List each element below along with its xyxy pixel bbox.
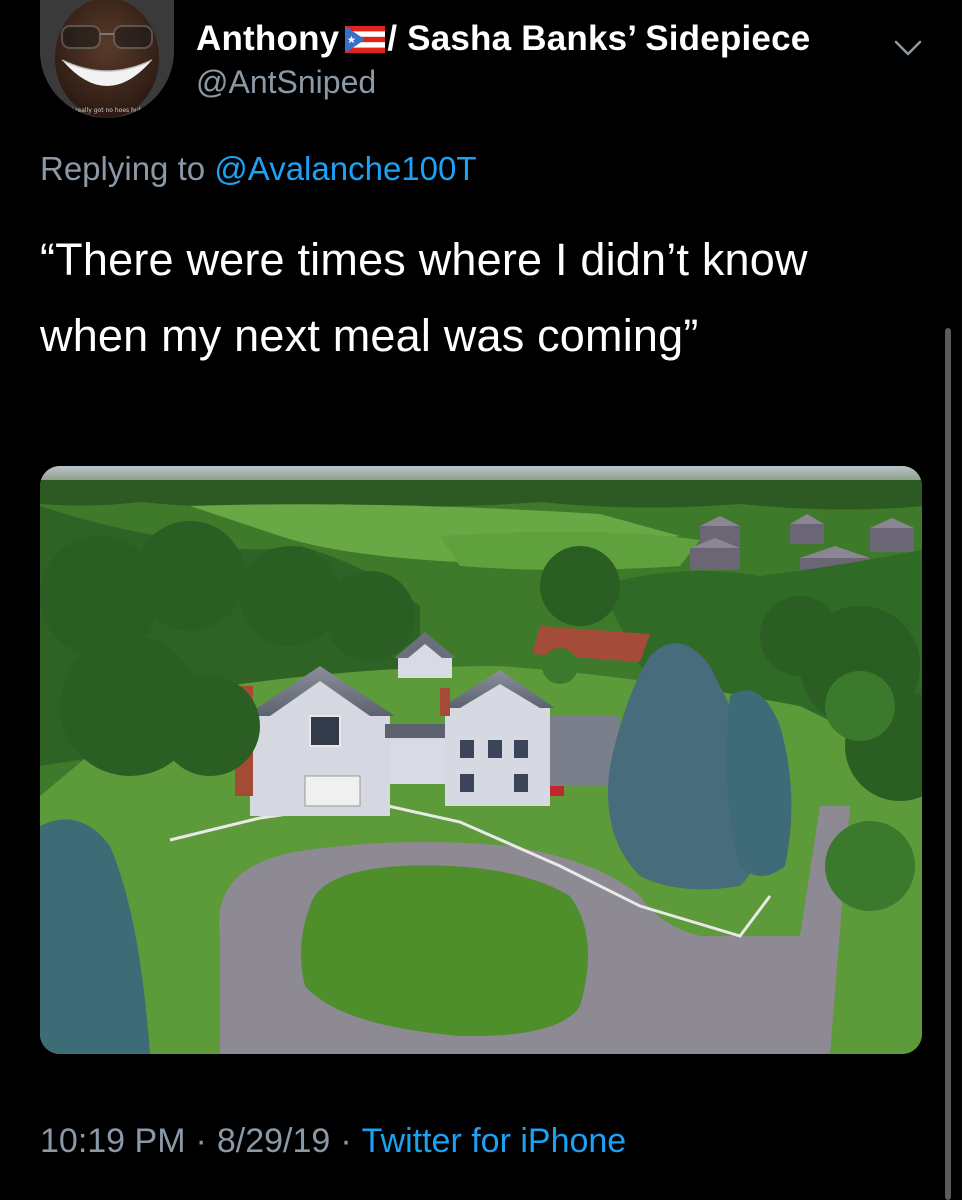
- avatar-image: [40, 0, 174, 118]
- reply-mention-link[interactable]: @Avalanche100T: [214, 150, 476, 187]
- chevron-down-icon[interactable]: [888, 28, 928, 68]
- tweet-date: 8/29/19: [216, 1122, 331, 1160]
- display-name-suffix: / Sasha Banks’ Sidepiece: [387, 19, 811, 58]
- author-name[interactable]: Anthony / Sasha Banks’ Sidepiece: [196, 18, 810, 60]
- tweet-meta: 10:19 PM · 8/29/19 · Twitter for iPhone: [40, 1122, 626, 1161]
- avatar-caption: I really got no hoes huh: [71, 107, 143, 114]
- tweet-time: 10:19 PM: [40, 1122, 186, 1160]
- meta-separator: ·: [340, 1122, 352, 1160]
- replying-prefix: Replying to: [40, 150, 206, 187]
- puerto-rico-flag-icon: [345, 25, 386, 53]
- aerial-house-photo: [40, 466, 922, 1054]
- replying-to: Replying to @Avalanche100T: [40, 150, 477, 188]
- tweet-media-photo[interactable]: [40, 466, 922, 1054]
- meta-separator: ·: [195, 1122, 207, 1160]
- tweet-source-link[interactable]: Twitter for iPhone: [362, 1122, 627, 1160]
- tweet-text: “There were times where I didn’t know wh…: [40, 234, 808, 361]
- avatar[interactable]: I really got no hoes huh: [40, 0, 174, 118]
- display-name: Anthony: [196, 19, 340, 58]
- scrollbar[interactable]: [945, 328, 951, 1200]
- author-handle[interactable]: @AntSniped: [196, 64, 376, 101]
